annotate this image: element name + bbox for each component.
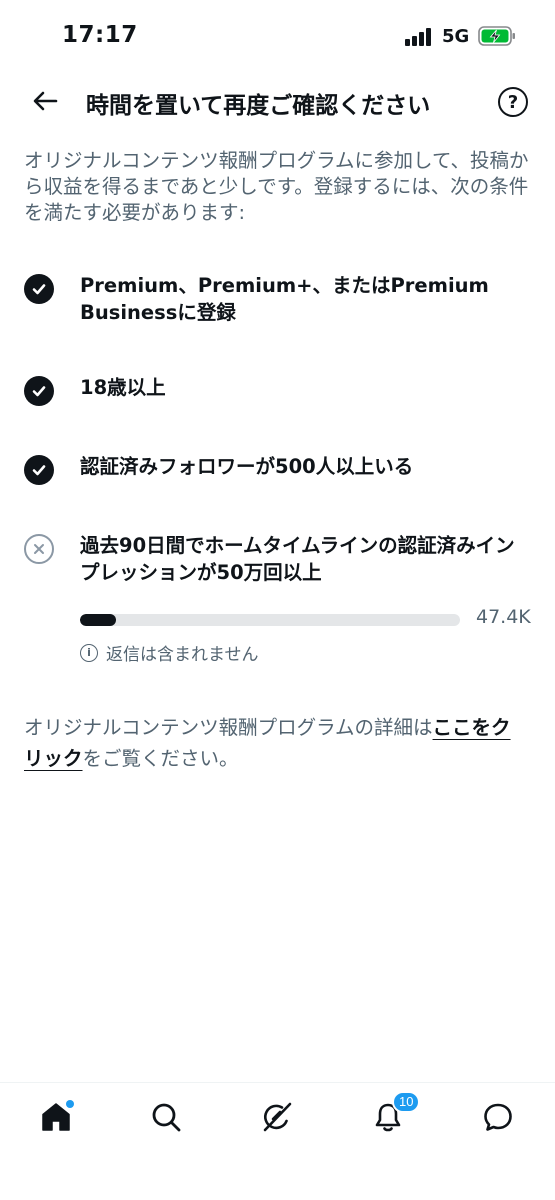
grok-icon [263,1102,292,1132]
note-text: 返信は含まれません [106,645,259,665]
back-arrow-icon [33,91,58,111]
requirement-label: 過去90日間でホームタイムラインの認証済みインプレッションが50万回以上 [80,534,515,584]
program-details-text: オリジナルコンテンツ報酬プログラムの詳細はここをクリックをご覧ください。 [24,712,530,774]
intro-text: オリジナルコンテンツ報酬プログラムに参加して、投稿から収益を得るまであと少しです… [24,149,529,224]
progress-value: 47.4K [476,606,531,628]
status-bar: 17:17 5G [0,0,555,72]
requirement-label: 18歳以上 [80,376,166,399]
back-button[interactable] [28,84,62,118]
help-icon: ? [507,91,519,113]
battery-charging-icon [478,26,515,46]
check-icon [24,455,54,485]
page: 17:17 5G 時間を置いて再度ご確認ください ? オリジナルコンテンツ報酬プ… [0,0,555,1200]
nav-grok[interactable] [257,1097,297,1137]
footer-prefix: オリジナルコンテンツ報酬プログラムの詳細は [24,716,433,739]
nav-notifications[interactable]: 10 [368,1091,421,1137]
nav-home[interactable] [36,1097,76,1137]
requirement-label: Premium、Premium+、またはPremium Businessに登録 [80,274,489,324]
nav-search[interactable] [146,1097,186,1137]
search-icon [152,1103,181,1132]
progress-fill [80,614,117,626]
signal-icon [405,28,435,46]
header: 時間を置いて再度ご確認ください ? [0,72,555,132]
footer-suffix: をご覧ください。 [82,747,239,770]
help-button[interactable]: ? [498,87,528,117]
impressions-progress-bar [80,614,460,626]
network-type: 5G [442,26,470,47]
page-title: 時間を置いて再度ご確認ください [86,93,431,119]
requirement-note: i 返信は含まれません [80,640,259,665]
nav-messages[interactable] [478,1097,518,1137]
message-icon [484,1103,512,1131]
check-icon [24,376,54,406]
bottom-nav: 10 [0,1082,555,1200]
notification-count-badge: 10 [392,1091,421,1113]
check-icon [24,274,54,304]
requirement-label: 認証済みフォロワーが500人以上いる [80,455,414,478]
home-unread-dot [66,1100,74,1108]
info-icon: i [80,643,98,662]
x-icon [24,534,54,564]
status-time: 17:17 [62,22,138,48]
